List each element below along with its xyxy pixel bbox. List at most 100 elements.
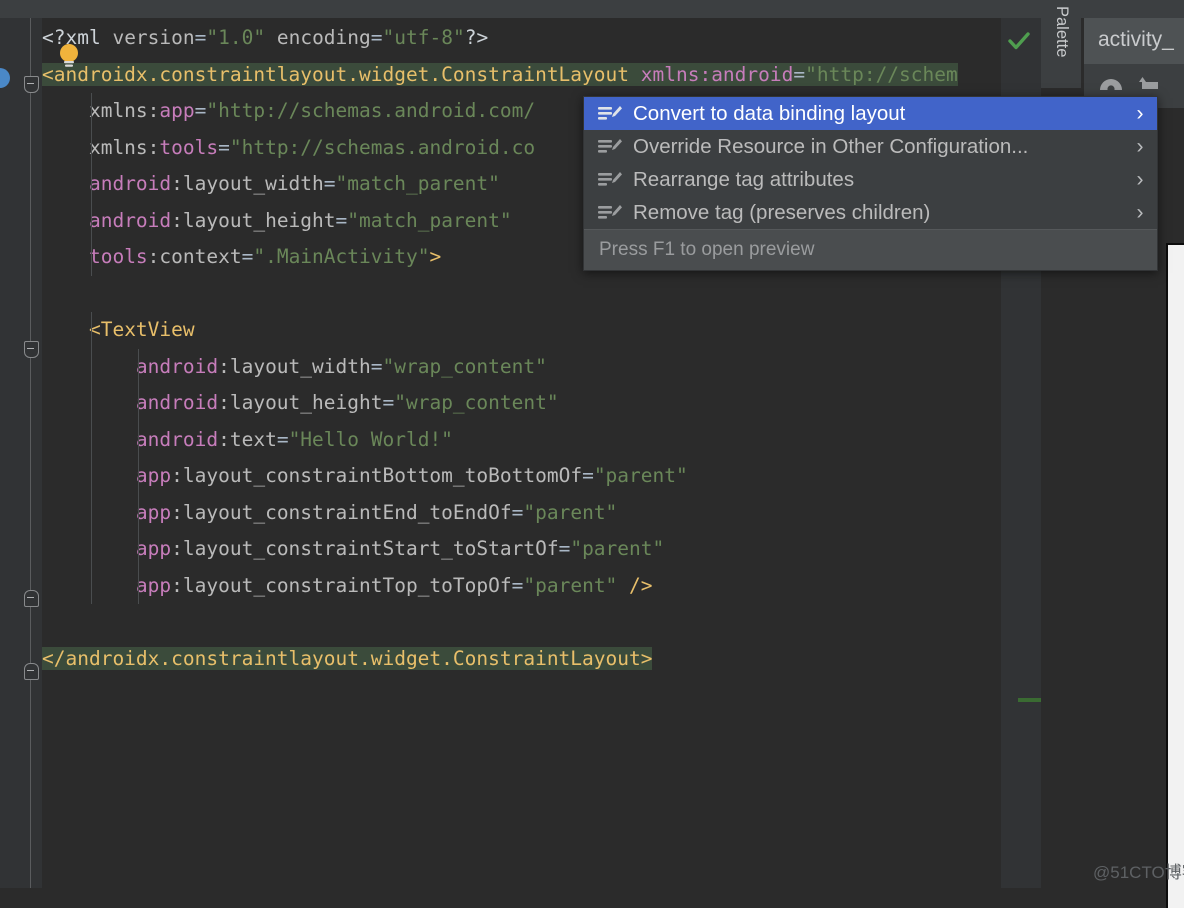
code-line-text: <androidx.constraintlayout.widget.Constr… — [42, 62, 958, 86]
indent-guide — [138, 421, 139, 458]
code-token: android — [135, 391, 219, 414]
intention-action-icon — [598, 138, 622, 153]
design-tab-label: activity_ — [1098, 28, 1174, 51]
watermark-label: @51CTO博客 — [1093, 863, 1184, 882]
undo-icon[interactable] — [1136, 72, 1164, 98]
code-token: "http://schemas.android.co — [229, 135, 536, 159]
code-token: ".MainActivity" — [253, 245, 430, 268]
window-title-bar — [0, 0, 1184, 19]
code-token: = — [382, 391, 395, 414]
code-token: "http://schemas.android.com/ — [206, 99, 536, 122]
code-token: = — [511, 573, 524, 597]
fold-marker-textview[interactable] — [24, 341, 39, 358]
code-token: android — [135, 427, 219, 451]
code-token: "Hello World!" — [288, 427, 453, 451]
code-line-text: </androidx.constraintlayout.widget.Const… — [42, 646, 653, 670]
chevron-right-icon[interactable]: › — [1123, 135, 1157, 159]
code-line[interactable]: app:layout_constraintStart_toStartOf="pa… — [42, 531, 1041, 568]
code-token: < — [42, 26, 54, 49]
code-line[interactable]: app:layout_constraintTop_toTopOf="parent… — [42, 567, 1041, 604]
indent-guide — [91, 385, 92, 422]
code-line[interactable]: <TextView — [42, 312, 1041, 349]
code-line-text: <?xml version="1.0" encoding="utf-8"?> — [42, 26, 488, 49]
code-token: :layout_width — [218, 354, 371, 378]
indent-guide — [91, 166, 92, 203]
menu-item[interactable]: Convert to data binding layout › — [584, 97, 1157, 130]
code-token: /> — [629, 573, 653, 597]
code-token: app — [135, 537, 172, 560]
code-token: = — [511, 500, 524, 524]
code-line[interactable]: android:layout_height="wrap_content" — [42, 385, 1041, 422]
indent-guide — [138, 385, 139, 422]
menu-item[interactable]: Override Resource in Other Configuration… — [584, 130, 1157, 163]
indent-guide — [91, 494, 92, 531]
code-token: "wrap_content" — [382, 354, 547, 378]
code-line[interactable]: android:layout_width="wrap_content" — [42, 348, 1041, 385]
code-token: = — [582, 464, 594, 487]
code-token: <TextView — [88, 318, 195, 341]
code-line[interactable] — [42, 276, 1041, 313]
palette-tool-tab[interactable]: Palette — [1041, 6, 1082, 88]
code-line[interactable]: </androidx.constraintlayout.widget.Const… — [42, 641, 1041, 678]
menu-item-label: Override Resource in Other Configuration… — [633, 134, 1029, 158]
checkmark-icon[interactable] — [1006, 28, 1032, 54]
tab-activity-main[interactable]: activity_ — [1084, 18, 1184, 64]
code-token: = — [194, 26, 207, 49]
code-line-text: android:layout_height="match_parent" — [42, 209, 512, 232]
code-line-text: app:layout_constraintTop_toTopOf="parent… — [42, 574, 653, 597]
menu-item[interactable]: Rearrange tag attributes › — [584, 163, 1157, 196]
design-mode-icon[interactable] — [1098, 72, 1124, 98]
code-token: :layout_width — [171, 172, 324, 195]
code-token: "1.0" — [206, 26, 266, 49]
code-token: xmlns: — [42, 135, 160, 159]
code-line[interactable]: app:layout_constraintBottom_toBottomOf="… — [42, 458, 1041, 495]
code-line[interactable]: android:text="Hello World!" — [42, 421, 1041, 458]
menu-item[interactable]: Remove tag (preserves children) › — [584, 196, 1157, 229]
code-token: tools — [159, 135, 219, 159]
code-line[interactable]: <?xml version="1.0" encoding="utf-8"?> — [42, 20, 1041, 57]
code-line-text: android:layout_width="wrap_content" — [42, 355, 547, 378]
code-line-text: app:layout_constraintStart_toStartOf="pa… — [42, 537, 664, 560]
indent-guide — [138, 494, 139, 531]
chevron-right-icon[interactable]: › — [1123, 168, 1157, 192]
code-line-text: xmlns:tools="http://schemas.android.co — [42, 136, 535, 159]
editor-gutter[interactable] — [0, 18, 42, 888]
chevron-right-icon[interactable]: › — [1123, 102, 1157, 126]
vcs-change-marker[interactable] — [1018, 698, 1041, 702]
code-token: = — [370, 26, 383, 49]
code-token: encoding — [276, 26, 371, 49]
code-token: "wrap_content" — [394, 391, 559, 414]
code-line[interactable]: app:layout_constraintEnd_toEndOf="parent… — [42, 494, 1041, 531]
fold-marker-textview-end[interactable] — [24, 590, 39, 607]
code-token: = — [218, 135, 230, 159]
code-line-text: app:layout_constraintEnd_toEndOf="parent… — [42, 501, 617, 524]
intention-action-icon — [598, 105, 622, 120]
code-token: "http://schem — [805, 62, 958, 86]
menu-footer-hint: Press F1 to open preview — [584, 229, 1157, 270]
code-token: :layout_height — [218, 391, 383, 414]
chevron-right-icon[interactable]: › — [1123, 201, 1157, 225]
code-token: > — [429, 245, 442, 268]
code-token: = — [276, 427, 289, 451]
intention-actions-menu[interactable]: Convert to data binding layout › Override … — [583, 96, 1158, 271]
indent-guide — [91, 458, 92, 495]
code-line-text — [42, 282, 54, 305]
fold-marker-root[interactable] — [24, 76, 39, 93]
code-token: app — [135, 464, 172, 487]
fold-marker-root-end[interactable] — [24, 663, 39, 680]
code-line[interactable] — [42, 604, 1041, 641]
fold-rail — [30, 18, 31, 888]
code-line[interactable]: <androidx.constraintlayout.widget.Constr… — [42, 57, 1041, 94]
lightbulb-icon[interactable] — [57, 42, 81, 70]
code-token: app — [159, 99, 195, 122]
code-token: = — [323, 172, 336, 195]
layout-preview-surface[interactable] — [1166, 243, 1184, 908]
code-token: <androidx.constraintlayout.widget.Constr… — [42, 62, 629, 86]
code-token: </androidx.constraintlayout.widget.Const… — [42, 646, 653, 670]
breakpoint-icon[interactable] — [0, 68, 10, 88]
code-token: ?> — [464, 26, 489, 49]
